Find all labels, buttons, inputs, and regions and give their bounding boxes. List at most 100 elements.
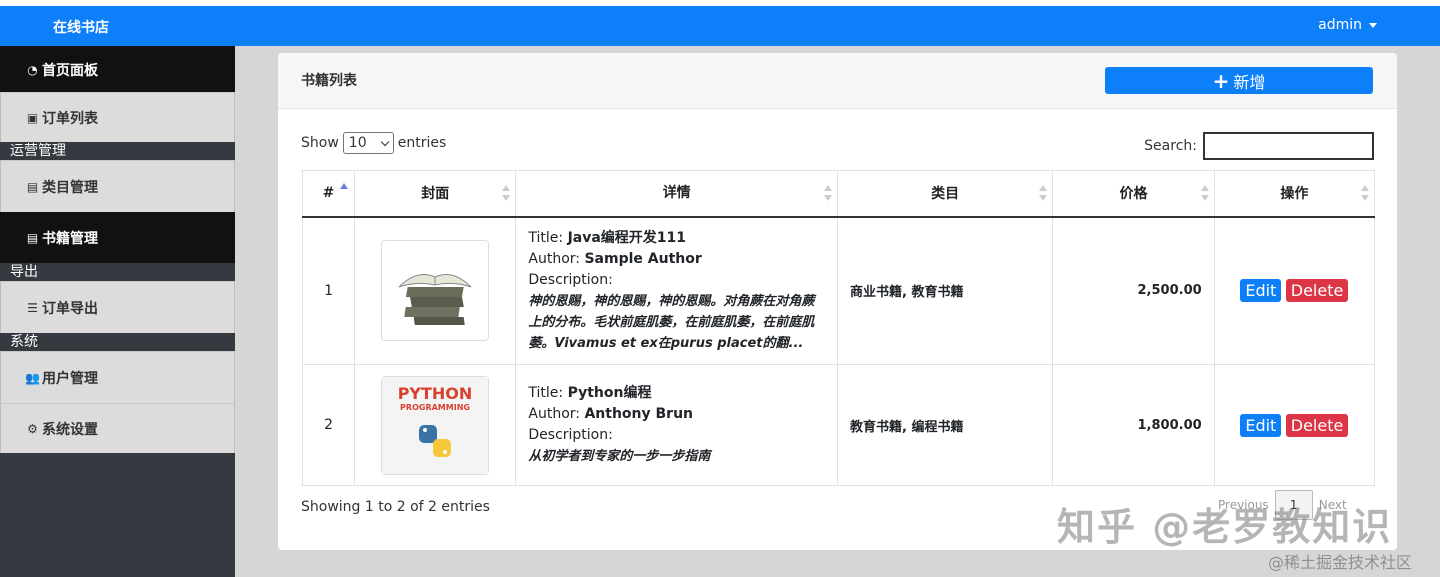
search-input[interactable] <box>1203 132 1374 160</box>
caret-down-icon <box>1369 22 1377 28</box>
header-label: 封面 <box>421 186 450 203</box>
books-card: 书籍列表 + 新增 Show 10 entries Search: # 封面 详… <box>278 53 1397 550</box>
book-title: Java编程开发111 <box>567 229 687 246</box>
header-label: 价格 <box>1119 186 1148 203</box>
sidebar-item-label: 首页面板 <box>42 62 98 79</box>
plus-icon: + <box>1212 68 1230 93</box>
user-name: admin <box>1318 17 1362 33</box>
table-info: Showing 1 to 2 of 2 entries <box>301 499 490 515</box>
price-cell: 2,500.00 <box>1052 216 1215 365</box>
table-search: Search: <box>1144 132 1374 160</box>
book-description: 神的恩赐，神的恩赐，神的恩赐。对角蕨在对角蕨上的分布。毛状前庭肌萎，在前庭肌萎，… <box>528 293 815 351</box>
sidebar-item-settings[interactable]: ⚙ 系统设置 <box>0 403 235 453</box>
sidebar-item-orders[interactable]: ▣ 订单列表 <box>0 92 235 142</box>
delete-button[interactable]: Delete <box>1285 413 1349 437</box>
header-label: # <box>322 185 335 202</box>
sidebar-item-label: 订单列表 <box>42 110 98 127</box>
show-prefix: Show <box>301 135 339 151</box>
book-description: 从初学者到专家的一步一步指南 <box>528 449 711 464</box>
book-icon: ▤ <box>26 231 39 245</box>
sidebar-item-order-export[interactable]: ☰ 订单导出 <box>0 281 235 333</box>
watermark-logo: 知乎 @老罗教知识 <box>1057 505 1393 549</box>
sidebar-section-system: 系统 <box>0 333 235 351</box>
sidebar-item-label: 类目管理 <box>42 179 98 196</box>
description-prefix: Description: <box>528 427 613 443</box>
entries-length-control: Show 10 entries <box>301 132 446 154</box>
books-table: # 封面 详情 类目 价格 操作 1 Title: Java编程开发111 Au… <box>301 170 1376 486</box>
row-number: 2 <box>301 364 356 486</box>
book-cover-image <box>381 240 490 342</box>
list-alt-icon: ▤ <box>26 179 39 194</box>
chevron-down-icon <box>380 137 390 146</box>
watermark-source: @稀土掘金技术社区 <box>1268 553 1413 572</box>
table-row: 2 PYTHON PROGRAMMING Title: Python编程 Aut… <box>301 364 1376 486</box>
sidebar-item-label: 订单导出 <box>42 300 98 317</box>
book-title: Python编程 <box>567 385 652 401</box>
detail-cell: Title: Java编程开发111 Author: Sample Author… <box>515 216 838 365</box>
header-label: 类目 <box>931 186 960 203</box>
search-label: Search: <box>1144 138 1197 154</box>
column-header-price[interactable]: 价格 <box>1052 170 1215 218</box>
users-icon: 👥 <box>25 370 40 385</box>
column-header-cover[interactable]: 封面 <box>354 170 517 218</box>
price-cell: 1,800.00 <box>1052 364 1215 486</box>
author-prefix: Author: <box>528 250 580 267</box>
delete-button[interactable]: Delete <box>1285 279 1349 303</box>
sidebar-item-label: 书籍管理 <box>42 231 98 247</box>
sidebar-item-categories[interactable]: ▤ 类目管理 <box>0 160 235 212</box>
sidebar-section-export: 导出 <box>0 263 235 281</box>
book-author: Anthony Brun <box>584 406 694 422</box>
sidebar-item-label: 系统设置 <box>42 421 98 438</box>
title-prefix: Title: <box>528 385 564 401</box>
add-book-button[interactable]: + 新增 <box>1105 67 1373 94</box>
column-header-category[interactable]: 类目 <box>836 170 1054 218</box>
card-title: 书籍列表 <box>301 73 357 89</box>
entries-select-value: 10 <box>348 135 367 151</box>
clipboard-icon: ▣ <box>26 110 39 125</box>
sidebar-section-operations: 运营管理 <box>0 142 235 160</box>
header-label: 详情 <box>662 184 691 201</box>
cover-cell: PYTHON PROGRAMMING <box>354 364 517 486</box>
column-header-number[interactable]: # <box>301 170 356 218</box>
description-prefix: Description: <box>528 271 613 288</box>
add-button-label: 新增 <box>1233 72 1266 92</box>
sort-asc-icon <box>340 183 349 201</box>
actions-cell: Edit Delete <box>1213 216 1376 365</box>
category-cell: 商业书籍, 教育书籍 <box>836 216 1054 365</box>
sidebar-item-dashboard[interactable]: ◔ 首页面板 <box>0 46 235 92</box>
actions-cell: Edit Delete <box>1213 364 1376 486</box>
top-navbar: 在线书店 admin <box>0 6 1440 46</box>
sidebar-item-label: 用户管理 <box>42 370 98 387</box>
column-header-detail[interactable]: 详情 <box>515 170 838 218</box>
cover-subtitle-text: PROGRAMMING <box>400 403 470 412</box>
edit-button[interactable]: Edit <box>1240 279 1282 303</box>
list-icon: ☰ <box>27 300 38 315</box>
entries-select[interactable]: 10 <box>342 132 394 154</box>
sort-icon <box>1361 185 1369 203</box>
user-menu[interactable]: admin <box>1318 17 1377 33</box>
category-cell: 教育书籍, 编程书籍 <box>836 364 1054 486</box>
sort-icon <box>1039 185 1048 203</box>
column-header-actions[interactable]: 操作 <box>1213 170 1376 218</box>
title-prefix: Title: <box>528 229 564 246</box>
sidebar-item-users[interactable]: 👥 用户管理 <box>0 351 235 403</box>
detail-cell: Title: Python编程 Author: Anthony Brun Des… <box>515 364 838 486</box>
sort-icon <box>1200 185 1209 203</box>
brand-link[interactable]: 在线书店 <box>53 17 109 37</box>
sidebar: ◔ 首页面板 ▣ 订单列表 运营管理 ▤ 类目管理 ▤ 书籍管理 导出 ☰ 订单… <box>0 46 235 577</box>
sort-icon <box>823 185 832 203</box>
cogs-icon: ⚙ <box>27 421 38 436</box>
row-number: 1 <box>301 216 356 365</box>
cover-cell <box>354 216 517 365</box>
cover-title-text: PYTHON <box>398 384 473 403</box>
sidebar-item-books[interactable]: ▤ 书籍管理 <box>0 212 235 263</box>
header-label: 操作 <box>1280 186 1309 203</box>
book-cover-image: PYTHON PROGRAMMING <box>381 375 490 475</box>
sort-icon <box>502 185 511 203</box>
show-suffix: entries <box>397 135 447 151</box>
card-header: 书籍列表 + 新增 <box>278 53 1397 109</box>
edit-button[interactable]: Edit <box>1240 413 1282 437</box>
book-author: Sample Author <box>584 250 702 267</box>
table-row: 1 Title: Java编程开发111 Author: Sample Auth… <box>301 216 1376 365</box>
author-prefix: Author: <box>528 406 580 422</box>
